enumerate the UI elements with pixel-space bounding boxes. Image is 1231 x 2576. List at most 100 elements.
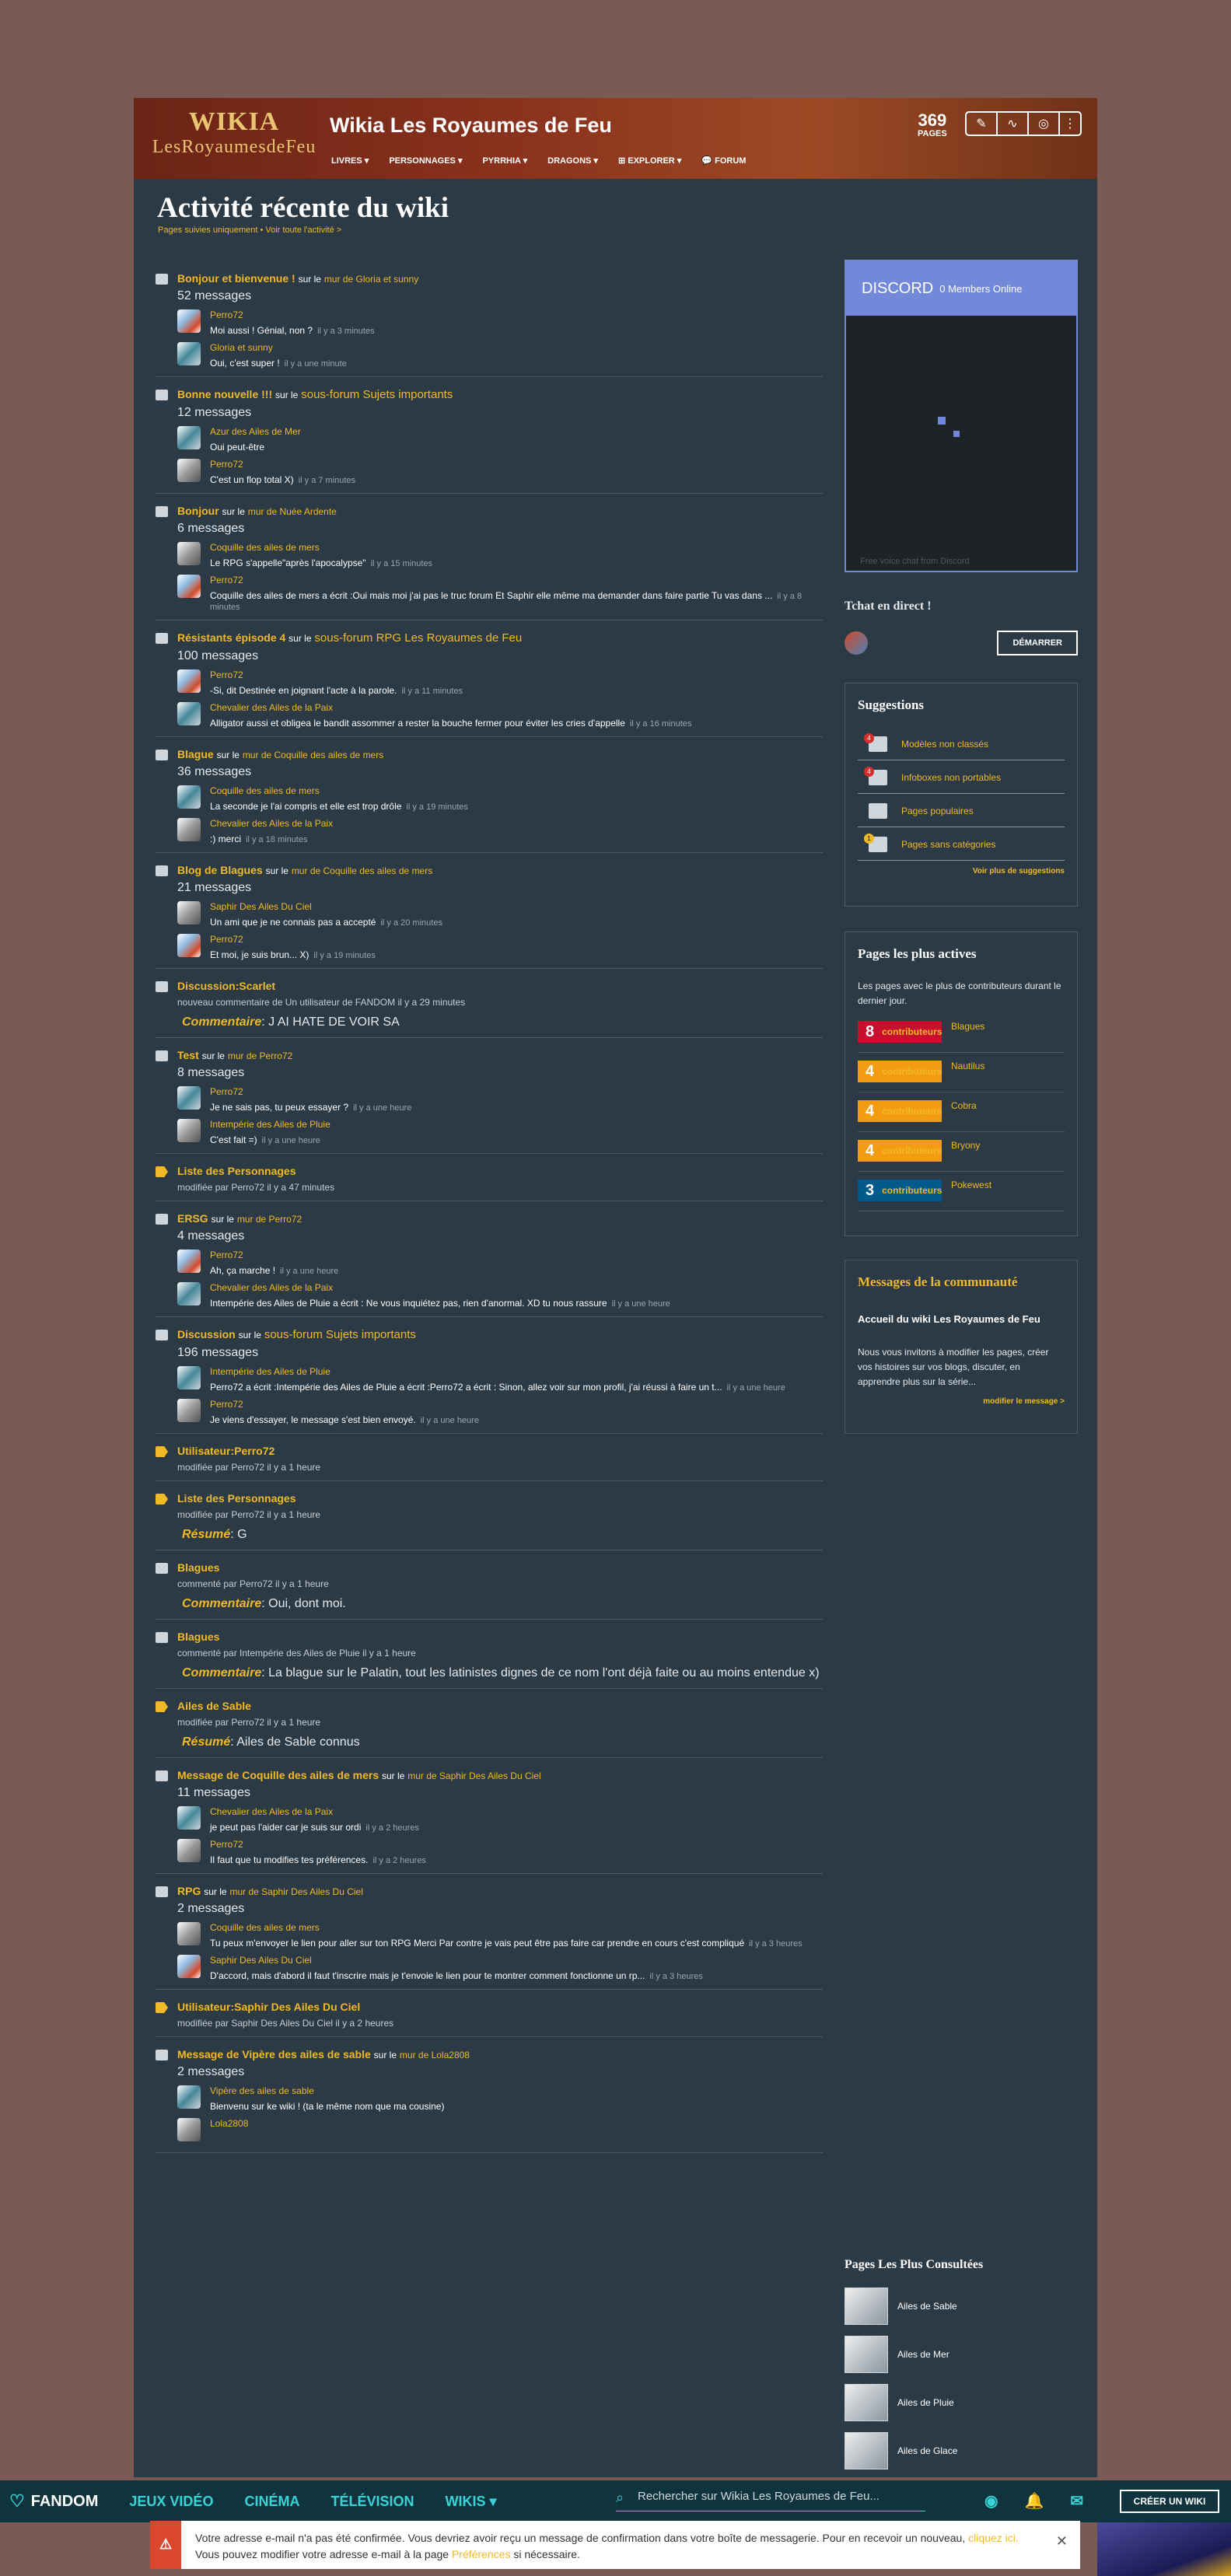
message-user-link[interactable]: Intempérie des Ailes de Pluie bbox=[210, 1119, 330, 1130]
activity-location-link[interactable]: mur de Lola2808 bbox=[400, 2050, 470, 2060]
suggestion-item[interactable]: Pages populaires bbox=[858, 794, 1065, 827]
create-wiki-button[interactable]: CRÉER UN WIKI bbox=[1120, 2490, 1219, 2513]
message-text-content[interactable]: Oui, c'est super ! bbox=[210, 358, 280, 369]
popular-page-thumbnail[interactable] bbox=[845, 2288, 888, 2325]
notifications-icon[interactable]: 🔔 bbox=[1024, 2491, 1044, 2511]
avatar[interactable] bbox=[177, 934, 201, 957]
activity-title-link[interactable]: Ailes de Sable bbox=[177, 1700, 251, 1712]
message-text-content[interactable]: Ah, ça marche ! bbox=[210, 1265, 275, 1276]
popular-page-label[interactable]: Ailes de Pluie bbox=[897, 2397, 954, 2408]
avatar[interactable] bbox=[177, 575, 201, 598]
message-user-link[interactable]: Perro72 bbox=[210, 934, 376, 945]
discussions-icon[interactable]: ◎ bbox=[1027, 111, 1058, 136]
message-text-content[interactable]: D'accord, mais d'abord il faut t'inscrir… bbox=[210, 1970, 645, 1981]
active-page-link[interactable]: Pokewest bbox=[951, 1180, 991, 1190]
avatar[interactable] bbox=[177, 1086, 201, 1110]
activity-title-link[interactable]: Résistants épisode 4 bbox=[177, 631, 285, 644]
message-text-content[interactable]: Il faut que tu modifies tes préférences. bbox=[210, 1854, 368, 1865]
message-text-content[interactable]: C'est un flop total X) bbox=[210, 474, 294, 485]
message-text-content[interactable]: Intempérie des Ailes de Pluie a écrit : … bbox=[210, 1298, 607, 1309]
user-avatar-icon[interactable]: ◉ bbox=[984, 2491, 998, 2511]
avatar[interactable] bbox=[177, 1955, 201, 1978]
activity-title-link[interactable]: Blog de Blagues bbox=[177, 864, 263, 876]
message-user-link[interactable]: Lola2808 bbox=[210, 2118, 248, 2129]
avatar[interactable] bbox=[177, 1250, 201, 1273]
message-user-link[interactable]: Chevalier des Ailes de la Paix bbox=[210, 818, 333, 829]
message-text-content[interactable]: :) merci bbox=[210, 834, 241, 844]
message-text-content[interactable]: -Si, dit Destinée en joignant l'acte à l… bbox=[210, 685, 397, 696]
message-user-link[interactable]: Perro72 bbox=[210, 459, 355, 470]
suggestion-item[interactable]: 4 Modèles non classés bbox=[858, 727, 1065, 760]
message-user-link[interactable]: Intempérie des Ailes de Pluie bbox=[210, 1366, 785, 1377]
activity-location-link[interactable]: mur de Saphir Des Ailes Du Ciel bbox=[407, 1770, 540, 1781]
suggestion-item[interactable]: 1 Pages sans catégories bbox=[858, 827, 1065, 861]
activity-location-link[interactable]: sous-forum RPG Les Royaumes de Feu bbox=[314, 631, 522, 645]
gnav-games[interactable]: JEUX VIDÉO bbox=[129, 2494, 213, 2510]
avatar[interactable] bbox=[177, 2118, 201, 2141]
avatar[interactable] bbox=[177, 1806, 201, 1830]
message-user-link[interactable]: Saphir Des Ailes Du Ciel bbox=[210, 1955, 703, 1966]
activity-title-link[interactable]: Bonne nouvelle !!! bbox=[177, 388, 272, 400]
message-text-content[interactable]: Bienvenu sur ke wiki ! (ta le même nom q… bbox=[210, 2101, 444, 2112]
message-text-content[interactable]: Tu peux m'envoyer le lien pour aller sur… bbox=[210, 1938, 744, 1949]
activity-title-link[interactable]: Test bbox=[177, 1049, 199, 1061]
message-text-content[interactable]: C'est fait =) bbox=[210, 1134, 257, 1145]
message-text-content[interactable]: Un ami que je ne connais pas a accepté bbox=[210, 917, 376, 928]
activity-title-link[interactable]: Message de Coquille des ailes de mers bbox=[177, 1769, 379, 1781]
activity-location-link[interactable]: mur de Nuée Ardente bbox=[248, 506, 337, 517]
wiki-title[interactable]: Wikia Les Royaumes de Feu bbox=[330, 114, 612, 138]
message-user-link[interactable]: Perro72 bbox=[210, 669, 463, 680]
active-page-link[interactable]: Bryony bbox=[951, 1140, 980, 1151]
message-user-link[interactable]: Perro72 bbox=[210, 1839, 426, 1850]
avatar[interactable] bbox=[177, 342, 201, 365]
search-input[interactable]: ⌕ Rechercher sur Wikia Les Royaumes de Fe… bbox=[616, 2490, 925, 2511]
activity-title-link[interactable]: Blague bbox=[177, 748, 214, 760]
message-text-content[interactable]: Je viens d'essayer, le message s'est bie… bbox=[210, 1414, 416, 1425]
activity-title-link[interactable]: Discussion:Scarlet bbox=[177, 980, 275, 992]
activity-title-link[interactable]: Blagues bbox=[177, 1561, 219, 1574]
activity-location-link[interactable]: mur de Saphir Des Ailes Du Ciel bbox=[229, 1886, 362, 1897]
message-user-link[interactable]: Coquille des ailes de mers bbox=[210, 785, 468, 796]
message-text-content[interactable]: Alligator aussi et obligea le bandit ass… bbox=[210, 718, 625, 729]
activity-icon[interactable]: ∿ bbox=[996, 111, 1027, 136]
message-text-content[interactable]: Je ne sais pas, tu peux essayer ? bbox=[210, 1102, 348, 1113]
avatar[interactable] bbox=[177, 1839, 201, 1862]
active-page-link[interactable]: Cobra bbox=[951, 1100, 977, 1111]
nav-dragons[interactable]: DRAGONS ▾ bbox=[547, 156, 598, 166]
messages-icon[interactable]: ✉ bbox=[1070, 2491, 1083, 2511]
resend-link[interactable]: cliquez ici. bbox=[968, 2532, 1019, 2544]
message-text-content[interactable]: Coquille des ailes de mers a écrit :Oui … bbox=[210, 590, 772, 601]
avatar[interactable] bbox=[177, 702, 201, 725]
gnav-wikis[interactable]: WIKIS ▾ bbox=[445, 2494, 496, 2510]
popular-page-item[interactable]: Ailes de Glace bbox=[845, 2432, 1078, 2469]
avatar[interactable] bbox=[177, 1366, 201, 1389]
activity-title-link[interactable]: ERSG bbox=[177, 1212, 208, 1225]
message-user-link[interactable]: Perro72 bbox=[210, 1399, 479, 1410]
popular-page-label[interactable]: Ailes de Glace bbox=[897, 2445, 957, 2456]
avatar[interactable] bbox=[177, 426, 201, 449]
message-text-content[interactable]: Moi aussi ! Génial, non ? bbox=[210, 325, 313, 336]
message-user-link[interactable]: Perro72 bbox=[210, 1250, 338, 1260]
avatar[interactable] bbox=[177, 1282, 201, 1305]
more-icon[interactable]: ⋮ bbox=[1058, 111, 1082, 136]
chat-user-avatar[interactable] bbox=[845, 631, 868, 655]
nav-pyrrhia[interactable]: PYRRHIA ▾ bbox=[482, 156, 527, 166]
close-icon[interactable]: ✕ bbox=[1056, 2533, 1068, 2550]
message-text-content[interactable]: Oui peut-être bbox=[210, 442, 264, 453]
avatar[interactable] bbox=[177, 459, 201, 482]
popular-page-item[interactable]: Ailes de Pluie bbox=[845, 2384, 1078, 2421]
activity-subnav[interactable]: Pages suivies uniquement • Voir toute l'… bbox=[158, 225, 341, 235]
suggestion-label[interactable]: Infoboxes non portables bbox=[901, 772, 1001, 783]
message-user-link[interactable]: Chevalier des Ailes de la Paix bbox=[210, 702, 691, 713]
message-user-link[interactable]: Saphir Des Ailes Du Ciel bbox=[210, 901, 442, 912]
message-user-link[interactable]: Perro72 bbox=[210, 575, 823, 585]
wiki-logo[interactable]: WIKIA LesRoyaumesdeFeu bbox=[146, 109, 322, 166]
activity-title-link[interactable]: Liste des Personnages bbox=[177, 1165, 296, 1177]
avatar[interactable] bbox=[177, 1922, 201, 1945]
discord-widget[interactable]: DISCORD 0 Members Online Free voice chat … bbox=[845, 260, 1078, 572]
activity-location-link[interactable]: mur de Perro72 bbox=[228, 1050, 292, 1061]
message-user-link[interactable]: Perro72 bbox=[210, 309, 374, 320]
message-text-content[interactable]: Le RPG s'appelle"après l'apocalypse" bbox=[210, 557, 366, 568]
message-user-link[interactable]: Chevalier des Ailes de la Paix bbox=[210, 1282, 670, 1293]
activity-location-link[interactable]: sous-forum Sujets importants bbox=[264, 1328, 416, 1341]
